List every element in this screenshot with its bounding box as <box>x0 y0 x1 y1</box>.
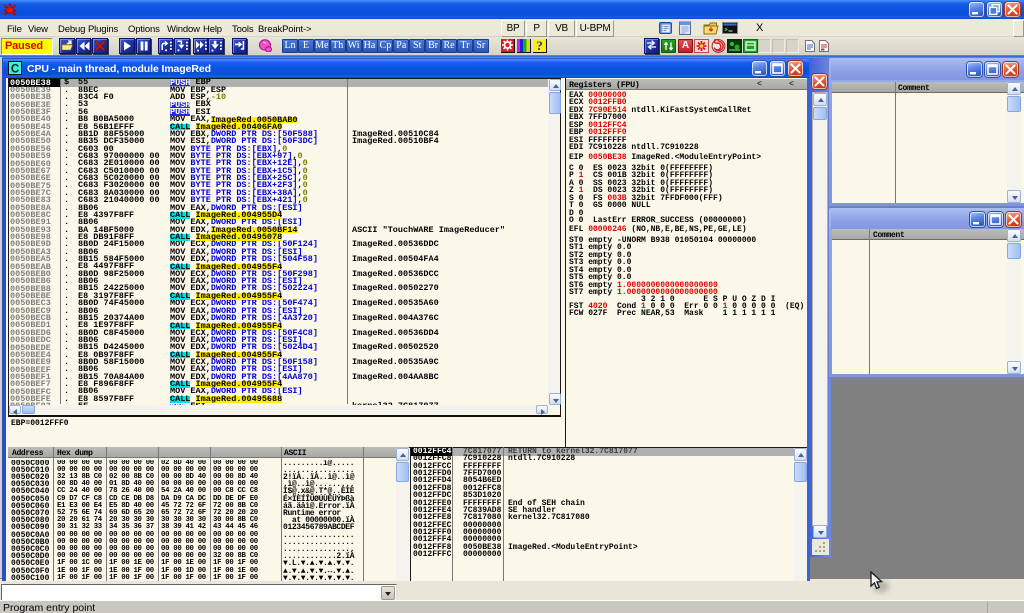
svg-text:C: C <box>11 64 19 76</box>
